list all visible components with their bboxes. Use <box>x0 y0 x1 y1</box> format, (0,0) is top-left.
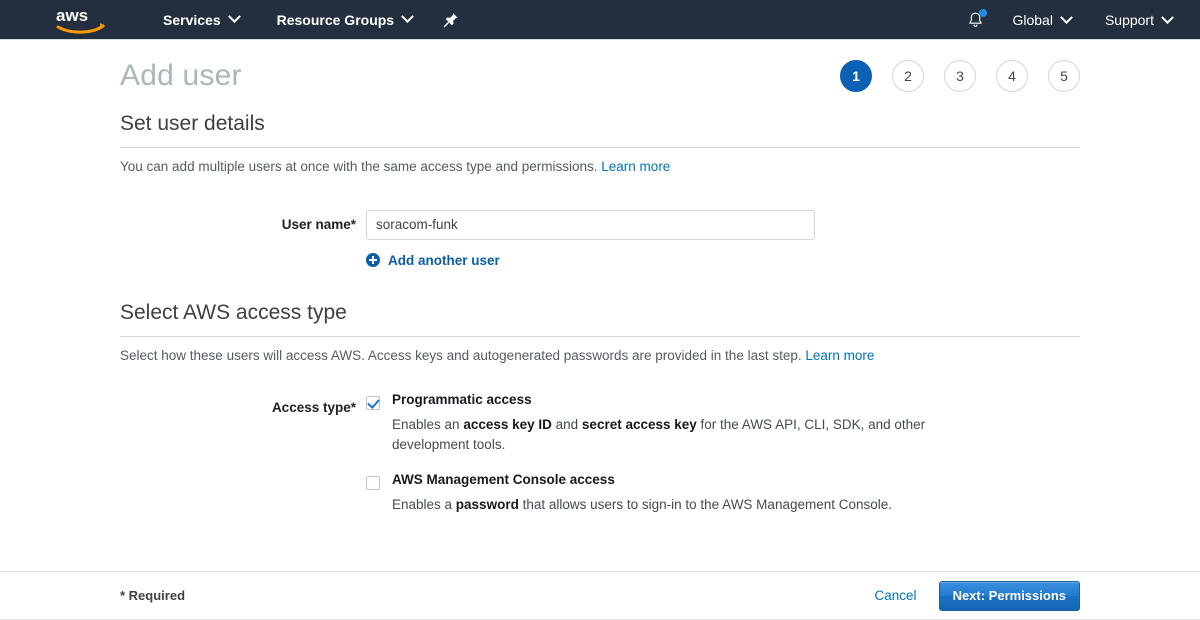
add-user-page: aws Services Resource Groups <box>0 0 1200 620</box>
nav-item-global[interactable]: Global <box>1002 0 1080 40</box>
access-type-description: Select how these users will access AWS. … <box>120 346 1080 366</box>
programmatic-access-title: Programmatic access <box>392 393 932 408</box>
learn-more-link-user-details[interactable]: Learn more <box>601 159 670 174</box>
add-another-user-button[interactable]: Add another user <box>366 253 500 268</box>
nav-item-support[interactable]: Support <box>1095 0 1182 40</box>
page-title: Add user <box>120 59 242 93</box>
programmatic-access-body: Programmatic access Enables an access ke… <box>392 393 932 455</box>
set-user-details-description-text: You can add multiple users at once with … <box>120 159 598 174</box>
set-user-details-section: Set user details You can add multiple us… <box>120 112 1080 268</box>
chevron-down-icon <box>1060 11 1073 24</box>
programmatic-access-checkbox[interactable] <box>366 396 380 410</box>
desc-bold: access key ID <box>463 417 552 432</box>
access-type-options: Programmatic access Enables an access ke… <box>366 393 932 515</box>
username-input[interactable] <box>366 210 815 240</box>
plus-circle-icon <box>366 253 380 267</box>
notifications-button[interactable] <box>962 7 988 33</box>
desc-part: Enables a <box>392 497 456 512</box>
svg-text:aws: aws <box>56 6 88 25</box>
access-option-programmatic[interactable]: Programmatic access Enables an access ke… <box>366 393 932 455</box>
console-access-title: AWS Management Console access <box>392 473 892 488</box>
page-header: Add user 1 2 3 4 5 <box>0 40 1200 112</box>
step-1[interactable]: 1 <box>840 60 872 92</box>
access-type-heading: Select AWS access type <box>120 301 1080 337</box>
step-indicator: 1 2 3 4 5 <box>840 60 1080 92</box>
nav-item-support-label: Support <box>1105 12 1154 28</box>
cancel-button[interactable]: Cancel <box>875 588 917 603</box>
access-type-description-text: Select how these users will access AWS. … <box>120 348 802 363</box>
username-label: User name* <box>120 210 366 232</box>
main-content: Set user details You can add multiple us… <box>0 112 1200 516</box>
nav-item-global-label: Global <box>1012 12 1052 28</box>
chevron-down-icon <box>401 10 414 23</box>
nav-item-resource-groups[interactable]: Resource Groups <box>267 0 422 40</box>
set-user-details-description: You can add multiple users at once with … <box>120 157 1080 177</box>
chevron-down-icon <box>1161 11 1174 24</box>
learn-more-link-access-type[interactable]: Learn more <box>805 348 874 363</box>
step-5[interactable]: 5 <box>1048 60 1080 92</box>
username-form-row: User name* Add another user <box>120 210 1080 268</box>
nav-item-services[interactable]: Services <box>153 0 249 40</box>
desc-bold: secret access key <box>582 417 697 432</box>
set-user-details-heading: Set user details <box>120 112 1080 148</box>
step-3[interactable]: 3 <box>944 60 976 92</box>
step-2[interactable]: 2 <box>892 60 924 92</box>
programmatic-access-description: Enables an access key ID and secret acce… <box>392 415 932 456</box>
desc-bold: password <box>456 497 519 512</box>
nav-item-resource-groups-label: Resource Groups <box>277 12 394 28</box>
console-access-body: AWS Management Console access Enables a … <box>392 473 892 515</box>
access-type-section: Select AWS access type Select how these … <box>120 301 1080 516</box>
top-navigation-bar: aws Services Resource Groups <box>0 0 1200 40</box>
desc-part: and <box>552 417 582 432</box>
add-another-user-label: Add another user <box>388 253 500 268</box>
desc-part: Enables an <box>392 417 463 432</box>
nav-right-group: Global Support <box>962 0 1200 40</box>
footer-actions: Cancel Next: Permissions <box>875 581 1080 611</box>
username-control: Add another user <box>366 210 1080 268</box>
pushpin-icon[interactable] <box>442 11 460 29</box>
notification-badge-dot <box>979 9 987 17</box>
console-access-description: Enables a password that allows users to … <box>392 495 892 515</box>
aws-logo[interactable]: aws <box>56 5 108 35</box>
console-access-checkbox[interactable] <box>366 476 380 490</box>
next-permissions-button[interactable]: Next: Permissions <box>939 581 1080 611</box>
nav-left-group: aws Services Resource Groups <box>0 0 460 40</box>
desc-part: that allows users to sign-in to the AWS … <box>519 497 892 512</box>
step-4[interactable]: 4 <box>996 60 1028 92</box>
chevron-down-icon <box>228 10 241 23</box>
access-type-form-row: Access type* Programmatic access Enables… <box>120 393 1080 515</box>
page-footer: * Required Cancel Next: Permissions <box>0 571 1200 620</box>
nav-item-services-label: Services <box>163 12 221 28</box>
access-option-console[interactable]: AWS Management Console access Enables a … <box>366 473 932 515</box>
access-type-label: Access type* <box>120 393 366 415</box>
required-note: * Required <box>120 588 185 603</box>
